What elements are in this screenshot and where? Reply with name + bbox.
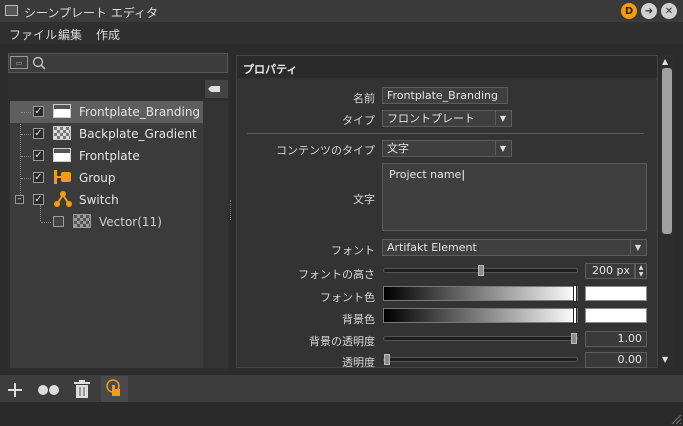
backplate-icon: [53, 126, 71, 140]
type-dropdown[interactable]: フロントプレート ▼: [382, 110, 512, 127]
trash-icon[interactable]: [73, 380, 91, 400]
tree-item-label: Switch: [79, 193, 119, 207]
opacity-label: 透明度: [342, 356, 375, 369]
visibility-checkbox[interactable]: ✓: [33, 172, 44, 183]
menu-create[interactable]: 作成: [96, 26, 120, 43]
bg-opacity-slider[interactable]: [383, 336, 578, 341]
resize-grip-icon[interactable]: [670, 413, 682, 425]
opacity-value[interactable]: 0.00: [585, 352, 647, 368]
hand-pointer-icon: [106, 379, 120, 396]
forward-icon[interactable]: ➜: [641, 3, 657, 19]
opacity-slider[interactable]: [383, 357, 578, 362]
section-divider: [247, 133, 644, 134]
type-label: タイプ: [342, 114, 375, 127]
chevron-down-icon: ▼: [495, 141, 510, 155]
chevron-down-icon: ▼: [630, 240, 645, 254]
window-icon: [5, 5, 18, 16]
chevron-down-icon: ▼: [495, 111, 510, 125]
font-value: Artifakt Element: [387, 241, 477, 254]
font-height-value[interactable]: 200 px: [585, 263, 635, 279]
frontplate-icon: [53, 104, 71, 118]
name-field[interactable]: Frontplate_Branding: [382, 87, 508, 104]
scroll-down-icon[interactable]: ▼: [662, 355, 668, 364]
bg-color-swatch[interactable]: [585, 308, 647, 323]
font-color-label: フォント色: [320, 291, 375, 304]
type-value: フロントプレート: [387, 112, 475, 125]
bg-color-gradient[interactable]: [383, 308, 578, 323]
bg-opacity-label: 背景の透明度: [309, 335, 375, 348]
font-height-spinner[interactable]: ▲ ▼: [635, 263, 647, 279]
group-icon: [54, 170, 71, 184]
menu-edit[interactable]: 編集: [58, 26, 82, 43]
tree-item-label: Vector(11): [99, 215, 162, 229]
bg-color-gradient-handle[interactable]: [573, 307, 577, 324]
vector-icon: [73, 214, 91, 228]
tree-item-label: Frontplate_Branding: [79, 105, 201, 119]
collapse-icon[interactable]: –: [15, 195, 24, 204]
tree-connector: [21, 134, 31, 135]
bg-opacity-value[interactable]: 1.00: [585, 331, 647, 347]
visibility-checkbox[interactable]: ✓: [33, 128, 44, 139]
content-type-label: コンテンツのタイプ: [276, 144, 375, 157]
tree-connector: [21, 112, 31, 113]
tree-connector: [21, 178, 31, 179]
text-area-value: Project name: [389, 168, 462, 181]
tag-button[interactable]: [205, 80, 228, 98]
font-dropdown[interactable]: Artifakt Element ▼: [382, 239, 647, 256]
scroll-up-icon[interactable]: ▲: [662, 57, 668, 66]
tree-connector: [41, 222, 51, 223]
menu-file[interactable]: ファイル: [9, 26, 57, 43]
duplicate-icon[interactable]: [37, 383, 61, 397]
font-color-gradient-handle[interactable]: [573, 285, 577, 302]
bg-color-label: 背景色: [342, 313, 375, 326]
tag-icon: [208, 86, 220, 92]
window-title: シーンプレート エディタ: [24, 6, 159, 20]
frontplate-icon: [53, 148, 71, 162]
add-icon[interactable]: [6, 381, 24, 399]
d-badge-button[interactable]: D: [621, 3, 637, 19]
tree-item-label: Frontplate: [79, 149, 140, 163]
font-height-slider-thumb[interactable]: [477, 265, 484, 276]
visibility-checkbox[interactable]: [53, 216, 64, 227]
visibility-checkbox[interactable]: ✓: [33, 194, 44, 205]
text-area[interactable]: Project name|: [382, 163, 647, 231]
properties-title: プロパティ: [243, 63, 298, 76]
close-icon[interactable]: ✕: [661, 3, 677, 19]
tree-connector: [21, 156, 31, 157]
font-label: フォント: [331, 244, 375, 257]
visibility-checkbox[interactable]: ✓: [33, 106, 44, 117]
tree-side-column: [203, 101, 228, 368]
text-label: 文字: [353, 193, 375, 206]
bg-opacity-slider-thumb[interactable]: [571, 333, 577, 344]
font-color-swatch[interactable]: [585, 286, 647, 301]
font-color-gradient[interactable]: [383, 286, 578, 301]
splitter-handle[interactable]: [230, 200, 234, 220]
properties-header: [237, 56, 657, 78]
status-bar: [0, 402, 683, 426]
scrollbar-thumb[interactable]: [662, 68, 672, 234]
filter-icon[interactable]: ▭: [10, 56, 28, 69]
name-label: 名前: [353, 92, 375, 105]
content-type-dropdown[interactable]: 文字 ▼: [382, 140, 512, 157]
font-height-label: フォントの高さ: [298, 268, 375, 281]
content-type-value: 文字: [387, 142, 409, 155]
visibility-checkbox[interactable]: ✓: [33, 150, 44, 161]
search-icon: [32, 56, 46, 70]
pick-tool-button[interactable]: [101, 376, 128, 402]
tree-item-label: Group: [79, 171, 116, 185]
opacity-slider-thumb[interactable]: [384, 354, 390, 365]
tree-item-label: Backplate_Gradient: [79, 127, 197, 141]
switch-icon: [54, 191, 72, 207]
